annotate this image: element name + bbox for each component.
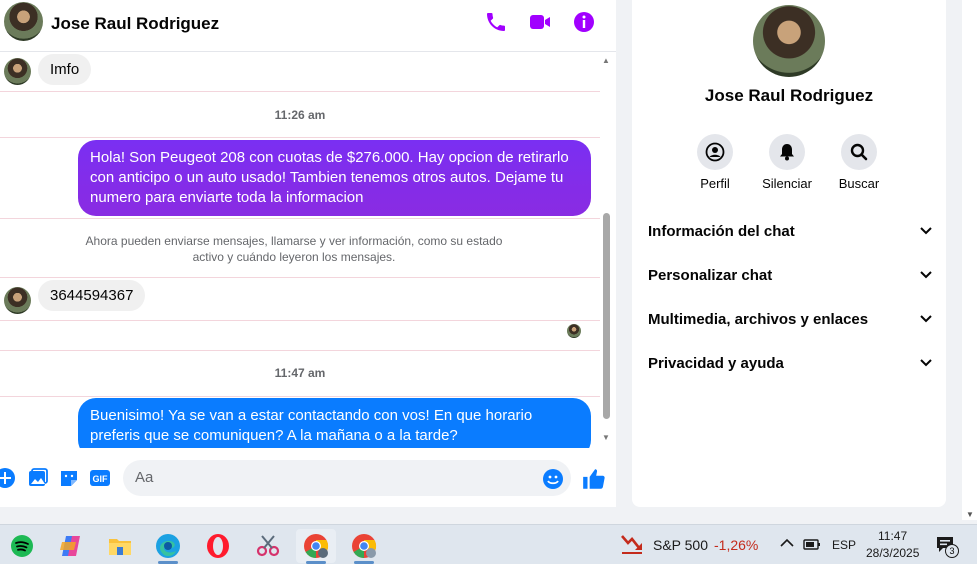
svg-text:GIF: GIF — [93, 474, 109, 484]
bell-icon — [780, 144, 794, 161]
profile-button[interactable]: Perfil — [680, 134, 750, 191]
outgoing-message[interactable]: Hola! Son Peugeot 208 con cuotas de $276… — [78, 140, 591, 216]
profile-icon — [705, 142, 725, 162]
contact-name[interactable]: Jose Raul Rodriguez — [51, 14, 219, 34]
stock-widget[interactable] — [620, 533, 644, 560]
sender-avatar — [4, 58, 31, 85]
scroll-down-arrow[interactable]: ▼ — [602, 433, 610, 442]
chrome-app[interactable] — [296, 529, 336, 564]
opera-icon — [207, 534, 229, 558]
chevron-down-icon — [920, 271, 932, 279]
section-label: Personalizar chat — [648, 266, 773, 284]
message-list: Imfo 11:26 am Hola! Son Peugeot 208 con … — [0, 53, 600, 448]
gif-icon[interactable]: GIF — [89, 467, 111, 489]
chat-scrollbar-thumb[interactable] — [603, 213, 610, 419]
chevron-down-icon — [920, 359, 932, 367]
section-label: Información del chat — [648, 222, 795, 240]
divider — [0, 137, 600, 138]
like-icon[interactable] — [581, 466, 607, 492]
timestamp: 11:47 am — [274, 366, 326, 380]
taskbar: S&P 500 -1,26% ESP 11:47 28/3/2025 3 — [0, 524, 977, 564]
section-label: Multimedia, archivos y enlaces — [648, 310, 869, 328]
photo-icon[interactable] — [27, 467, 49, 489]
chevron-down-icon — [920, 315, 932, 323]
spotify-icon — [11, 535, 33, 557]
mute-label: Silenciar — [762, 176, 812, 191]
network-battery-icon[interactable] — [803, 536, 821, 552]
search-button[interactable]: Buscar — [824, 134, 894, 191]
chat-header: Jose Raul Rodriguez — [0, 0, 616, 52]
section-label: Privacidad y ayuda — [648, 354, 784, 372]
snipping-tool-app[interactable] — [248, 529, 288, 563]
stock-label: S&P 500 — [653, 537, 709, 553]
divider — [0, 350, 600, 351]
outgoing-message[interactable]: Buenisimo! Ya se van a estar contactando… — [78, 398, 591, 448]
edge-app[interactable] — [148, 529, 188, 564]
chevron-down-icon — [920, 227, 932, 235]
folder-icon — [109, 539, 131, 555]
scroll-up-arrow[interactable]: ▲ — [602, 56, 610, 65]
incoming-message[interactable]: Imfo — [38, 54, 92, 85]
video-icon[interactable] — [528, 10, 552, 34]
divider — [0, 218, 600, 219]
divider — [0, 91, 600, 92]
section-customize-chat[interactable]: Personalizar chat — [648, 261, 932, 289]
read-receipt-avatar — [567, 324, 581, 338]
divider — [0, 277, 600, 278]
copilot-icon — [60, 536, 80, 556]
section-chat-info[interactable]: Información del chat — [648, 217, 932, 245]
profile-label: Perfil — [700, 176, 730, 191]
edge-icon — [156, 534, 180, 558]
system-notice-line: activo y cuándo leyeron los mensajes. — [192, 250, 396, 264]
page-scroll-down-arrow[interactable]: ▼ — [966, 510, 974, 519]
section-media-files-links[interactable]: Multimedia, archivos y enlaces — [648, 305, 932, 333]
info-contact-name: Jose Raul Rodriguez — [704, 86, 874, 105]
spotify-app[interactable] — [2, 529, 42, 563]
chat-panel: Jose Raul Rodriguez Imfo 11:26 am Hola! … — [0, 0, 616, 507]
page-scrollbar[interactable]: ▼ — [962, 0, 977, 520]
message-input[interactable]: Aa — [123, 460, 571, 496]
clock-time[interactable]: 11:47 — [878, 529, 907, 543]
divider — [0, 320, 600, 321]
sender-avatar — [4, 287, 31, 314]
chevron-up-icon[interactable] — [780, 538, 794, 548]
sticker-icon[interactable] — [58, 467, 80, 489]
info-icon[interactable] — [572, 10, 596, 34]
copilot-app[interactable] — [51, 529, 91, 563]
stock-down-icon — [621, 535, 642, 554]
contact-avatar[interactable] — [4, 2, 43, 41]
divider — [0, 396, 600, 397]
chrome-profile-app[interactable] — [344, 529, 384, 564]
composer: GIF Aa — [0, 458, 616, 500]
stock-change: -1,26% — [714, 537, 759, 553]
language-indicator[interactable]: ESP — [832, 538, 856, 552]
system-notice-line: Ahora pueden enviarse mensajes, llamarse… — [85, 234, 503, 248]
mute-button[interactable]: Silenciar — [752, 134, 822, 191]
search-icon — [850, 143, 868, 161]
plus-icon[interactable] — [0, 467, 16, 489]
phone-icon[interactable] — [484, 10, 508, 34]
section-privacy-help[interactable]: Privacidad y ayuda — [648, 349, 932, 377]
file-explorer-app[interactable] — [100, 529, 140, 563]
chrome-icon — [352, 534, 377, 558]
chat-info-panel: Jose Raul Rodriguez Perfil Silenciar Bus… — [632, 0, 946, 507]
system-notice: Ahora pueden enviarse mensajes, llamarse… — [0, 233, 588, 265]
scissors-icon — [256, 535, 280, 557]
info-avatar[interactable] — [753, 5, 825, 77]
notification-badge: 3 — [945, 544, 959, 558]
incoming-message[interactable]: 3644594367 — [38, 280, 146, 311]
chrome-icon — [304, 534, 329, 558]
search-label: Buscar — [838, 176, 880, 191]
emoji-icon[interactable] — [542, 468, 564, 490]
opera-app[interactable] — [198, 529, 238, 563]
timestamp: 11:26 am — [274, 108, 326, 122]
clock-date[interactable]: 28/3/2025 — [866, 546, 919, 560]
